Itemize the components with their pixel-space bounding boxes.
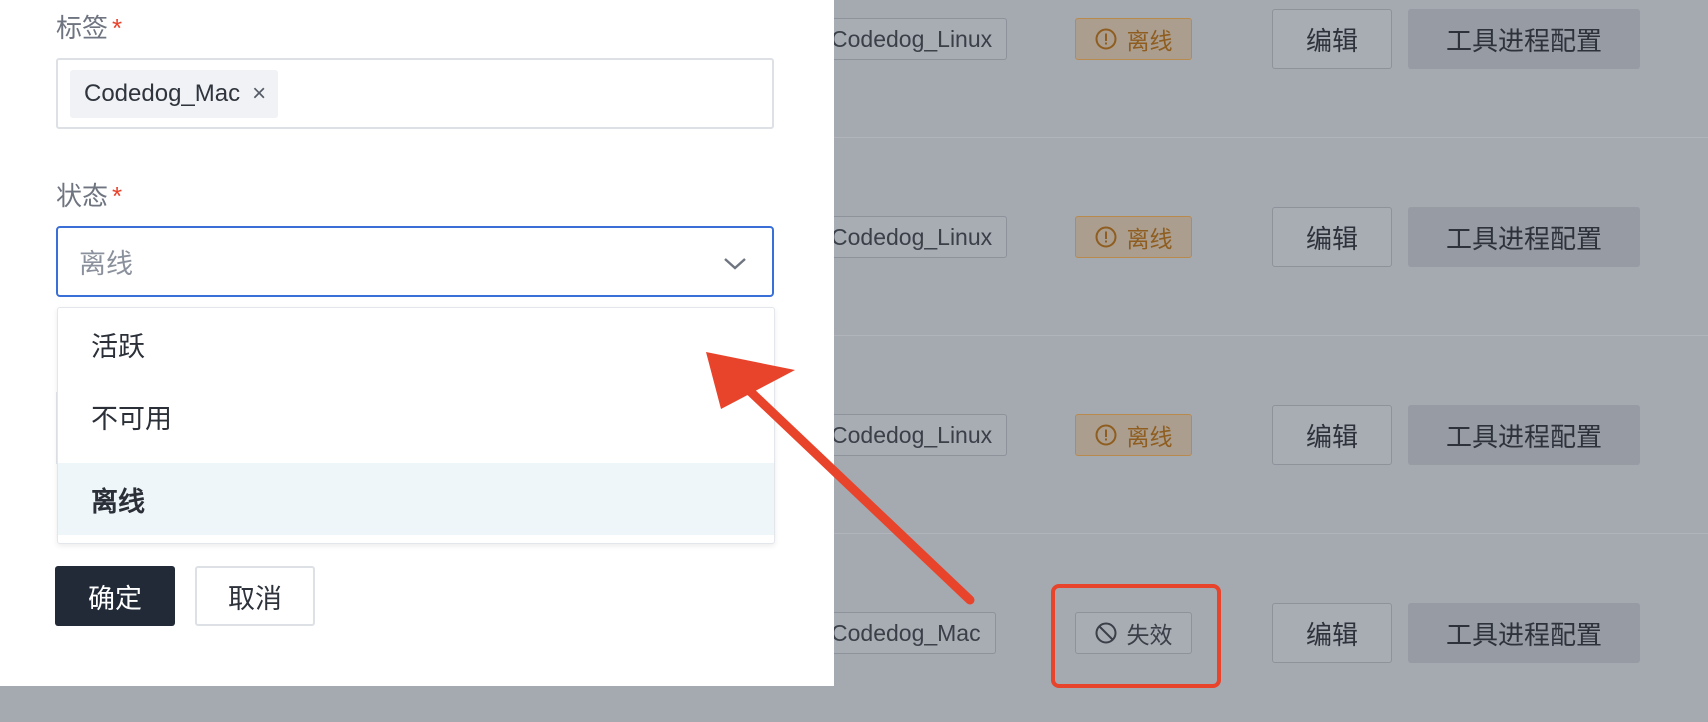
warning-circle-icon (1095, 226, 1117, 248)
status-option-offline[interactable]: 离线 (58, 463, 774, 535)
required-mark: * (112, 181, 123, 211)
status-badge: 离线 (1075, 216, 1192, 258)
status-badge: 离线 (1075, 414, 1192, 456)
tags-input[interactable]: Codedog_Mac × (56, 58, 774, 129)
edit-button[interactable]: 编辑 (1272, 405, 1392, 465)
chevron-down-icon (722, 250, 748, 276)
status-text: 离线 (1126, 226, 1173, 252)
tags-field-label: 标签 * (56, 13, 123, 43)
machine-tag: Codedog_Mac (810, 612, 996, 654)
edit-button[interactable]: 编辑 (1272, 603, 1392, 663)
status-dropdown-menu: 活跃 不可用 离线 (57, 307, 775, 544)
highlight-box (1051, 584, 1221, 688)
edit-button[interactable]: 编辑 (1272, 207, 1392, 267)
confirm-button[interactable]: 确定 (55, 566, 175, 626)
tool-process-config-button[interactable]: 工具进程配置 (1408, 603, 1640, 663)
warning-circle-icon (1095, 28, 1117, 50)
tool-process-config-button[interactable]: 工具进程配置 (1408, 9, 1640, 69)
row-divider (834, 533, 1708, 534)
machine-tag: Codedog_Linux (810, 18, 1008, 60)
row-divider (834, 137, 1708, 138)
status-option-active[interactable]: 活跃 (58, 308, 774, 380)
status-option-unavailable[interactable]: 不可用 (58, 380, 774, 452)
warning-circle-icon (1095, 424, 1117, 446)
tool-process-config-button[interactable]: 工具进程配置 (1408, 405, 1640, 465)
status-select-value: 离线 (79, 249, 133, 279)
required-mark: * (112, 13, 123, 43)
status-text: 离线 (1126, 424, 1173, 450)
status-field-label: 状态 * (56, 181, 123, 211)
row-divider (834, 335, 1708, 336)
selected-tag-label: Codedog_Mac (84, 80, 241, 107)
edit-machine-modal: 标签 * Codedog_Mac × 状态 * 离线 活跃 不可用 离线 确定 取消 (0, 0, 834, 686)
edit-button[interactable]: 编辑 (1272, 9, 1392, 69)
cancel-button[interactable]: 取消 (195, 566, 315, 626)
status-text: 离线 (1126, 28, 1173, 54)
machine-tag: Codedog_Linux (810, 216, 1008, 258)
remove-tag-icon[interactable]: × (252, 82, 266, 106)
selected-tag: Codedog_Mac × (70, 70, 279, 118)
machine-tag: Codedog_Linux (810, 414, 1008, 456)
tool-process-config-button[interactable]: 工具进程配置 (1408, 207, 1640, 267)
status-badge: 离线 (1075, 18, 1192, 60)
status-select[interactable]: 离线 (56, 226, 774, 297)
